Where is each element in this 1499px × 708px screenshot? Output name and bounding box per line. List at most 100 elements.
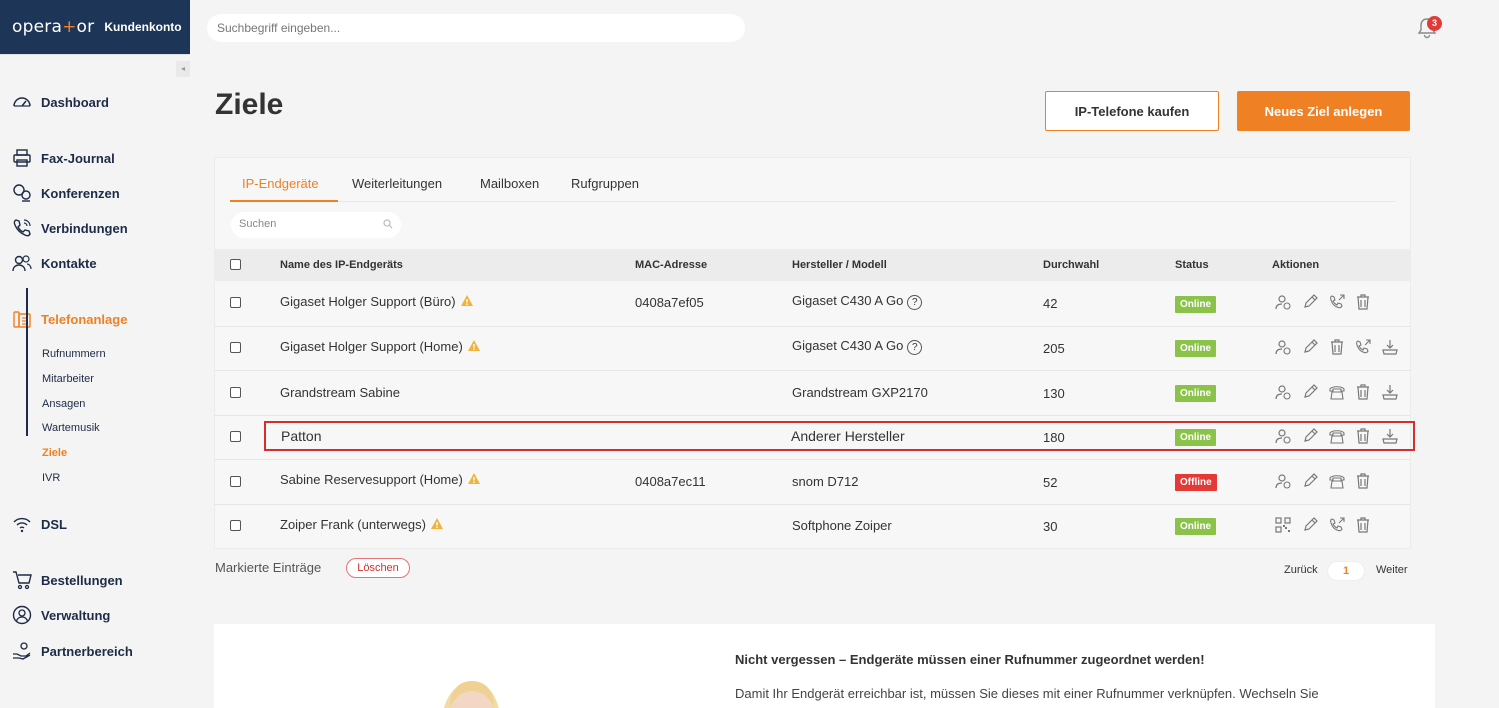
sidebar-item-kontakte[interactable]: Kontakte [12,253,97,273]
help-icon[interactable]: ? [907,340,923,355]
call-forward-icon[interactable] [1355,339,1371,355]
col-model[interactable]: Hersteller / Modell [792,259,887,271]
table-search-input[interactable]: Suchen [231,212,401,238]
assign-user-icon[interactable] [1275,384,1291,400]
row-name[interactable]: Gigaset Holger Support (Home) [280,339,481,354]
help-icon[interactable]: ? [907,295,923,310]
row-checkbox[interactable] [230,342,241,353]
search-icon [383,219,393,229]
desk-phone-icon[interactable] [1329,473,1345,489]
trash-icon[interactable] [1355,384,1371,400]
assign-user-icon[interactable] [1275,294,1291,310]
sidebar-item-partnerbereich[interactable]: Partnerbereich [12,641,133,661]
row-checkbox[interactable] [230,297,241,308]
trash-icon[interactable] [1355,294,1371,310]
row-model: snom D712 [792,474,859,489]
sidebar-item-label: Dashboard [41,94,109,110]
search-placeholder: Suchen [239,218,277,230]
qr-code-icon[interactable] [1275,517,1291,533]
row-model: Gigaset C430 A Go? [792,293,923,310]
warning-icon [467,340,480,351]
sidebar-item-label: Konferenzen [41,185,120,201]
sidebar-subitem-rufnummern[interactable]: Rufnummern [42,348,106,360]
pagination-back[interactable]: Zurück [1284,564,1318,576]
row-checkbox[interactable] [230,387,241,398]
sidebar-item-dsl[interactable]: DSL [12,514,67,534]
tab-ip-endgeraete[interactable]: IP-Endgeräte [242,176,319,191]
sidebar-item-label: Telefonanlage [41,311,128,327]
sidebar-subitem-ziele[interactable]: Ziele [42,447,67,459]
chat-users-icon [13,184,31,202]
sidebar-item-bestellungen[interactable]: Bestellungen [12,570,123,590]
buy-ip-phones-button[interactable]: IP-Telefone kaufen [1045,91,1219,131]
row-name[interactable]: Gigaset Holger Support (Büro) [280,294,474,309]
selected-row-highlight [264,421,1415,451]
cart-icon [13,571,32,590]
call-forward-icon[interactable] [1329,517,1345,533]
edit-icon[interactable] [1302,339,1318,355]
desk-phone-icon[interactable] [1329,384,1345,400]
sidebar-item-telefonanlage[interactable]: Telefonanlage [12,309,127,329]
col-actions: Aktionen [1272,259,1320,271]
delete-selected-button[interactable]: Löschen [346,558,410,578]
edit-icon[interactable] [1302,294,1318,310]
col-mac[interactable]: MAC-Adresse [635,259,707,271]
edit-icon[interactable] [1302,517,1318,533]
status-badge: Online [1175,518,1217,535]
sidebar-item-verwaltung[interactable]: Verwaltung [12,605,110,625]
col-name[interactable]: Name des IP-Endgeräts [280,259,403,271]
sidebar-item-verbindungen[interactable]: Verbindungen [12,218,128,238]
row-extension: 42 [1043,296,1058,311]
printer-icon [13,149,31,167]
sidebar-item-dashboard[interactable]: Dashboard [12,92,109,112]
global-search-input[interactable]: Suchbegriff eingeben... [207,14,745,42]
sidebar-item-label: Fax-Journal [41,150,115,166]
sidebar-item-fax-journal[interactable]: Fax-Journal [12,148,115,168]
sidebar-subitem-ansagen[interactable]: Ansagen [42,398,85,410]
trash-icon[interactable] [1355,517,1371,533]
col-status[interactable]: Status [1175,259,1209,271]
provisioning-icon[interactable] [1382,384,1398,400]
gauge-icon [13,97,31,107]
pagination-next[interactable]: Weiter [1376,564,1408,576]
row-name[interactable]: Grandstream Sabine [280,385,400,400]
page-title: Ziele [215,88,284,121]
row-name[interactable]: Sabine Reservesupport (Home) [280,472,481,487]
sidebar-item-label: Partnerbereich [41,643,133,659]
select-all-checkbox[interactable] [230,259,241,270]
new-target-button[interactable]: Neues Ziel anlegen [1237,91,1410,131]
brand-logo[interactable]: opera+or Kundenkonto [0,0,190,54]
pagination-current-page[interactable]: 1 [1327,561,1365,581]
provisioning-icon[interactable] [1382,339,1398,355]
handshake-icon [13,642,31,660]
sidebar-item-konferenzen[interactable]: Konferenzen [12,183,120,203]
tab-weiterleitungen[interactable]: Weiterleitungen [352,176,442,191]
col-extension[interactable]: Durchwahl [1043,259,1099,271]
row-checkbox[interactable] [230,476,241,487]
row-checkbox[interactable] [230,431,241,442]
logo: opera+or [12,17,95,37]
edit-icon[interactable] [1302,473,1318,489]
row-divider [215,504,1410,505]
sidebar-subitem-wartemusik[interactable]: Wartemusik [42,422,100,434]
sidebar-item-label: Kontakte [41,255,97,271]
assign-user-icon[interactable] [1275,473,1291,489]
trash-icon[interactable] [1329,339,1345,355]
active-tab-indicator [230,200,338,202]
status-badge: Online [1175,385,1217,402]
users-icon [12,255,32,272]
tab-rufgruppen[interactable]: Rufgruppen [571,176,639,191]
trash-icon[interactable] [1355,473,1371,489]
sidebar-subitem-mitarbeiter[interactable]: Mitarbeiter [42,373,94,385]
row-divider [215,326,1410,327]
assign-user-icon[interactable] [1275,339,1291,355]
row-extension: 205 [1043,341,1065,356]
sidebar-subitem-ivr[interactable]: IVR [42,472,60,484]
row-checkbox[interactable] [230,520,241,531]
edit-icon[interactable] [1302,384,1318,400]
sidebar-item-label: Verbindungen [41,220,128,236]
row-name[interactable]: Zoiper Frank (unterwegs) [280,517,444,532]
collapse-sidebar-icon[interactable]: ◂ [176,61,190,77]
call-forward-icon[interactable] [1329,294,1345,310]
tab-mailboxen[interactable]: Mailboxen [480,176,539,191]
